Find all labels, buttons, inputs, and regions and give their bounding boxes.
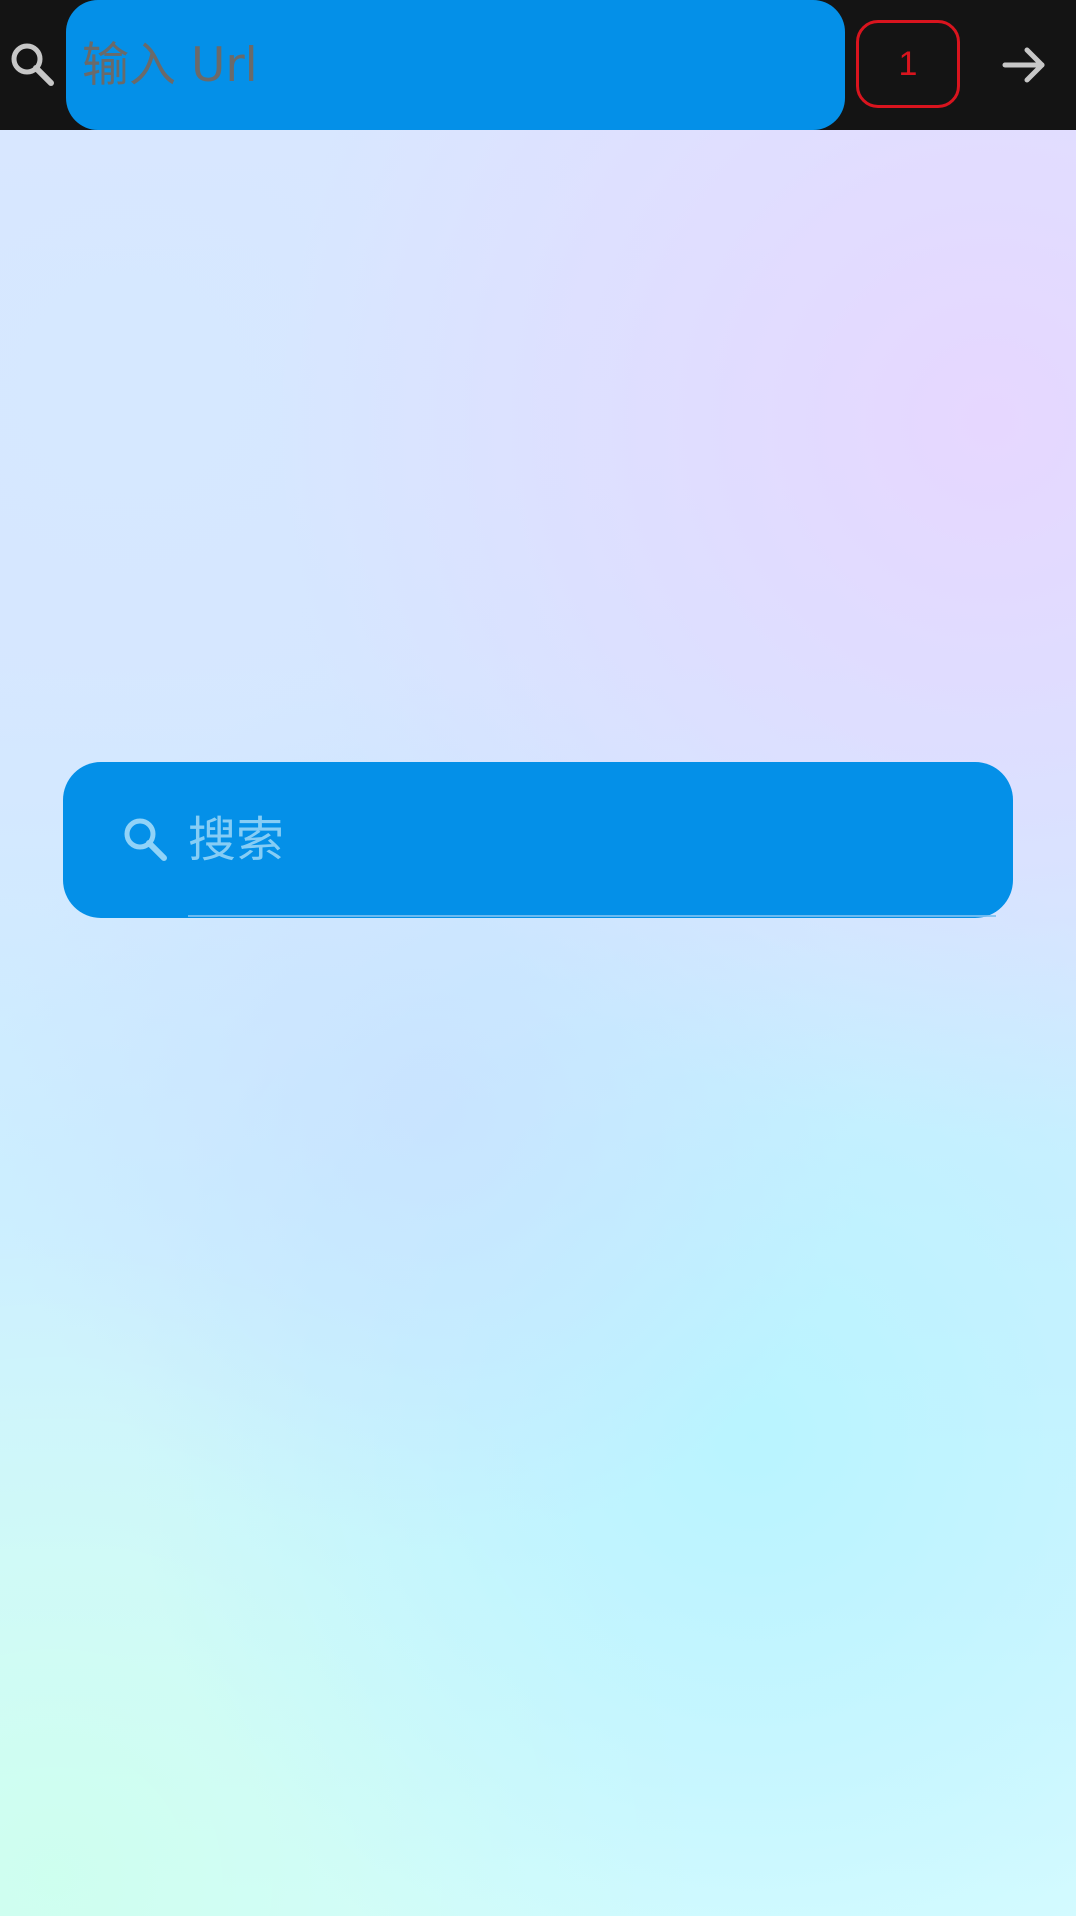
search-input[interactable] xyxy=(188,762,978,918)
go-button[interactable] xyxy=(990,22,1060,108)
arrow-right-icon xyxy=(997,37,1053,93)
top-bar: 1 xyxy=(0,0,1076,130)
search-icon xyxy=(5,37,61,93)
url-bar[interactable] xyxy=(66,0,845,130)
tab-counter-button[interactable]: 1 xyxy=(856,20,960,108)
url-input[interactable] xyxy=(82,0,845,130)
top-search-button[interactable] xyxy=(0,22,66,108)
search-icon xyxy=(118,812,174,868)
search-underline xyxy=(188,915,996,917)
